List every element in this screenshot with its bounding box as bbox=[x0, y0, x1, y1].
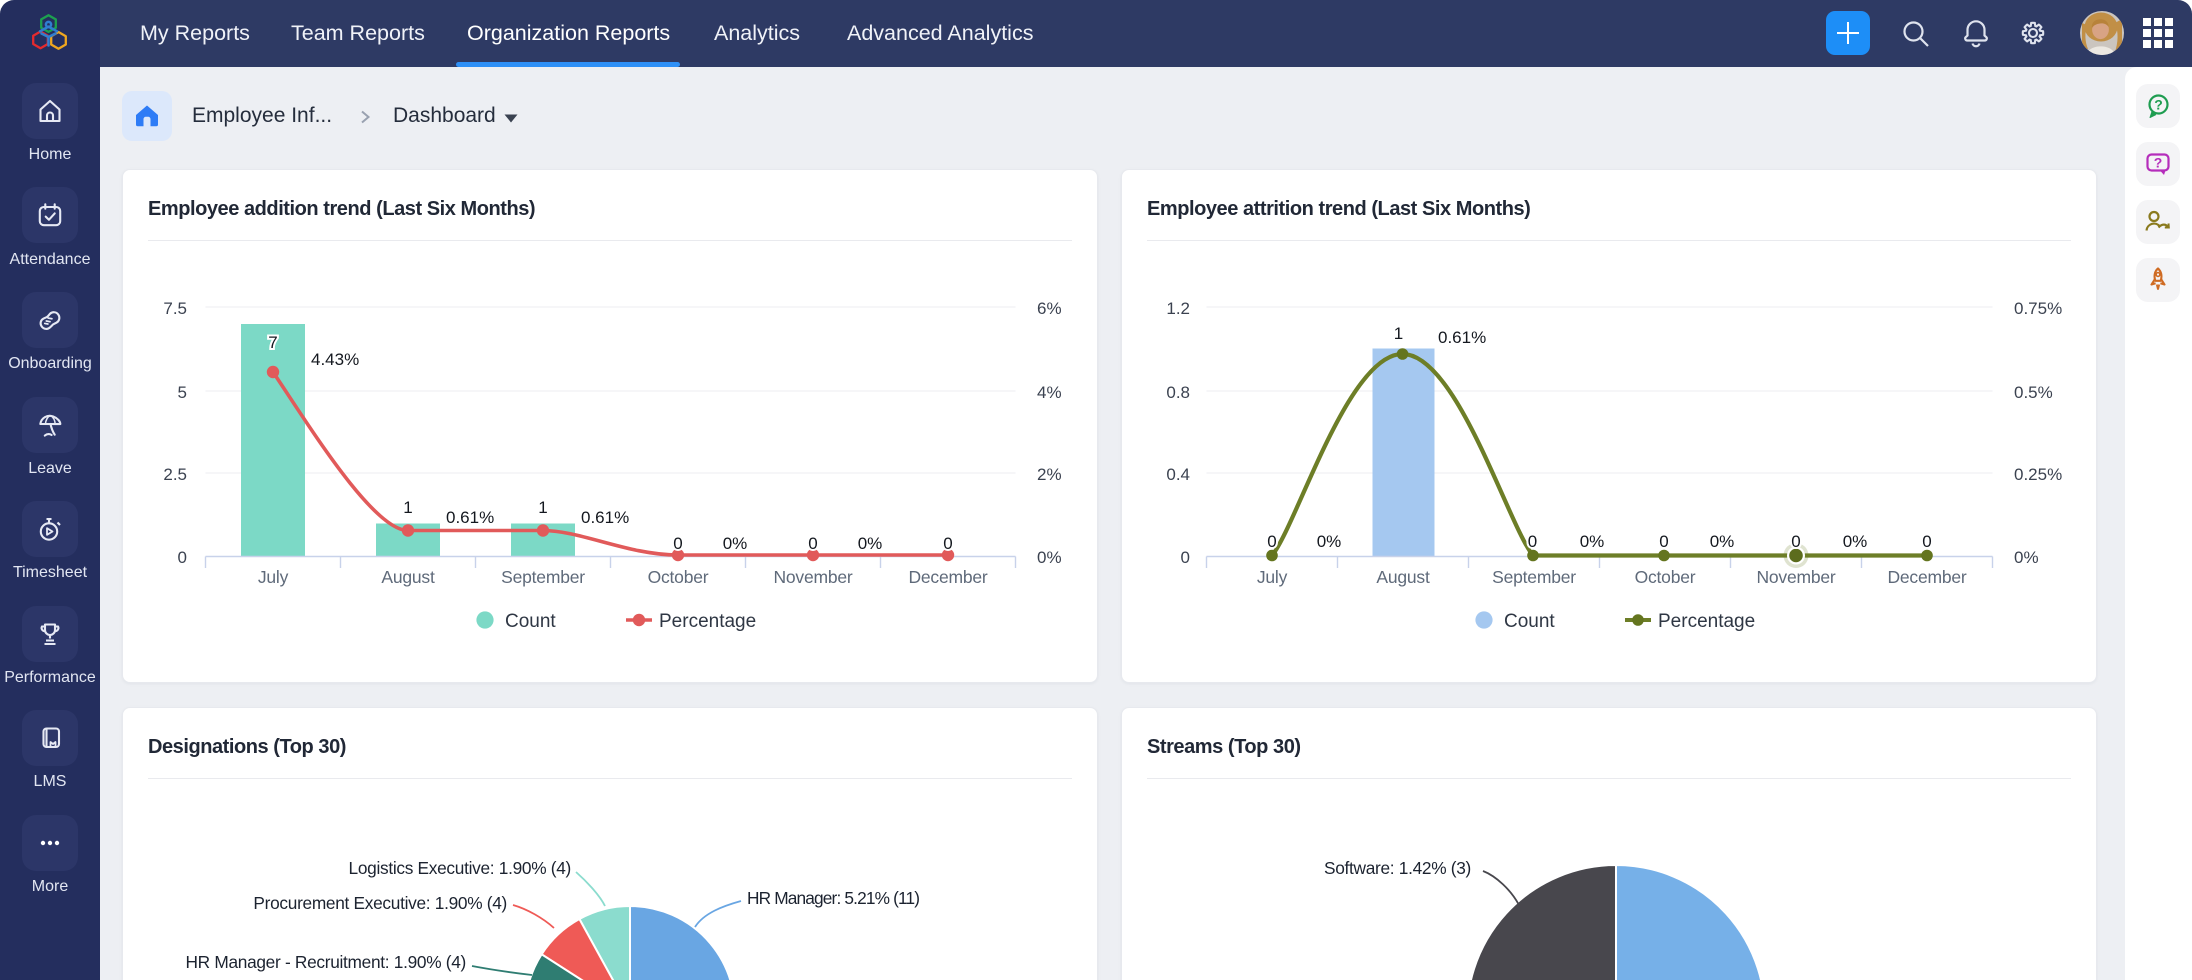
svg-text:0: 0 bbox=[1791, 532, 1800, 551]
svg-text:1: 1 bbox=[1394, 324, 1403, 343]
svg-text:July: July bbox=[258, 567, 289, 587]
svg-text:0%: 0% bbox=[1580, 532, 1605, 551]
svg-text:August: August bbox=[381, 567, 435, 587]
svg-text:0: 0 bbox=[1181, 548, 1190, 567]
svg-text:?: ? bbox=[2154, 97, 2163, 113]
svg-text:Percentage: Percentage bbox=[659, 611, 756, 632]
svg-text:July: July bbox=[1257, 567, 1288, 587]
svg-text:September: September bbox=[501, 567, 585, 587]
svg-text:0%: 0% bbox=[723, 534, 748, 553]
svg-text:0: 0 bbox=[673, 534, 682, 553]
svg-text:7.5: 7.5 bbox=[163, 299, 187, 318]
svg-text:0%: 0% bbox=[1317, 532, 1342, 551]
svg-text:HR Manager: 5.21% (11): HR Manager: 5.21% (11) bbox=[747, 888, 919, 908]
svg-text:0%: 0% bbox=[1037, 548, 1062, 567]
svg-text:0.61%: 0.61% bbox=[1438, 328, 1486, 347]
svg-text:0.8: 0.8 bbox=[1166, 383, 1190, 402]
svg-text:0.5%: 0.5% bbox=[2014, 383, 2053, 402]
svg-text:Count: Count bbox=[1504, 611, 1555, 632]
svg-text:November: November bbox=[1756, 567, 1835, 587]
svg-text:0.25%: 0.25% bbox=[2014, 465, 2062, 484]
svg-text:1: 1 bbox=[538, 498, 547, 517]
svg-text:November: November bbox=[773, 567, 852, 587]
svg-text:0: 0 bbox=[808, 534, 817, 553]
svg-text:4%: 4% bbox=[1037, 383, 1062, 402]
svg-text:0%: 0% bbox=[2014, 548, 2039, 567]
svg-text:0: 0 bbox=[1659, 532, 1668, 551]
svg-text:0.75%: 0.75% bbox=[2014, 299, 2062, 318]
svg-text:5: 5 bbox=[178, 383, 187, 402]
svg-text:4.43%: 4.43% bbox=[311, 350, 359, 369]
svg-text:December: December bbox=[908, 567, 987, 587]
svg-text:0%: 0% bbox=[1843, 532, 1868, 551]
svg-text:?: ? bbox=[2154, 155, 2163, 171]
svg-text:2.5: 2.5 bbox=[163, 465, 187, 484]
svg-text:0%: 0% bbox=[858, 534, 883, 553]
svg-text:0.61%: 0.61% bbox=[581, 508, 629, 527]
svg-text:2%: 2% bbox=[1037, 465, 1062, 484]
svg-text:Percentage: Percentage bbox=[1658, 611, 1755, 632]
svg-text:Procurement Executive: 1.90% (: Procurement Executive: 1.90% (4) bbox=[253, 893, 507, 913]
svg-text:December: December bbox=[1887, 567, 1966, 587]
svg-text:October: October bbox=[1635, 567, 1696, 587]
svg-text:0.4: 0.4 bbox=[1166, 465, 1190, 484]
svg-text:Logistics Executive: 1.90% (4): Logistics Executive: 1.90% (4) bbox=[349, 858, 571, 878]
svg-text:0.61%: 0.61% bbox=[446, 508, 494, 527]
svg-text:1: 1 bbox=[403, 498, 412, 517]
svg-text:September: September bbox=[1492, 567, 1576, 587]
svg-text:0: 0 bbox=[1267, 532, 1276, 551]
svg-text:October: October bbox=[648, 567, 709, 587]
svg-text:6%: 6% bbox=[1037, 299, 1062, 318]
svg-text:Count: Count bbox=[505, 611, 556, 632]
svg-text:0: 0 bbox=[1528, 532, 1537, 551]
svg-text:0: 0 bbox=[178, 548, 187, 567]
svg-text:HR Manager - Recruitment: 1.90: HR Manager - Recruitment: 1.90% (4) bbox=[185, 952, 466, 972]
svg-text:0: 0 bbox=[943, 534, 952, 553]
svg-text:0: 0 bbox=[1922, 532, 1931, 551]
svg-text:August: August bbox=[1376, 567, 1430, 587]
svg-text:7: 7 bbox=[268, 333, 277, 352]
svg-text:1.2: 1.2 bbox=[1166, 299, 1190, 318]
svg-text:0%: 0% bbox=[1710, 532, 1735, 551]
svg-text:Software: 1.42% (3): Software: 1.42% (3) bbox=[1324, 858, 1471, 878]
